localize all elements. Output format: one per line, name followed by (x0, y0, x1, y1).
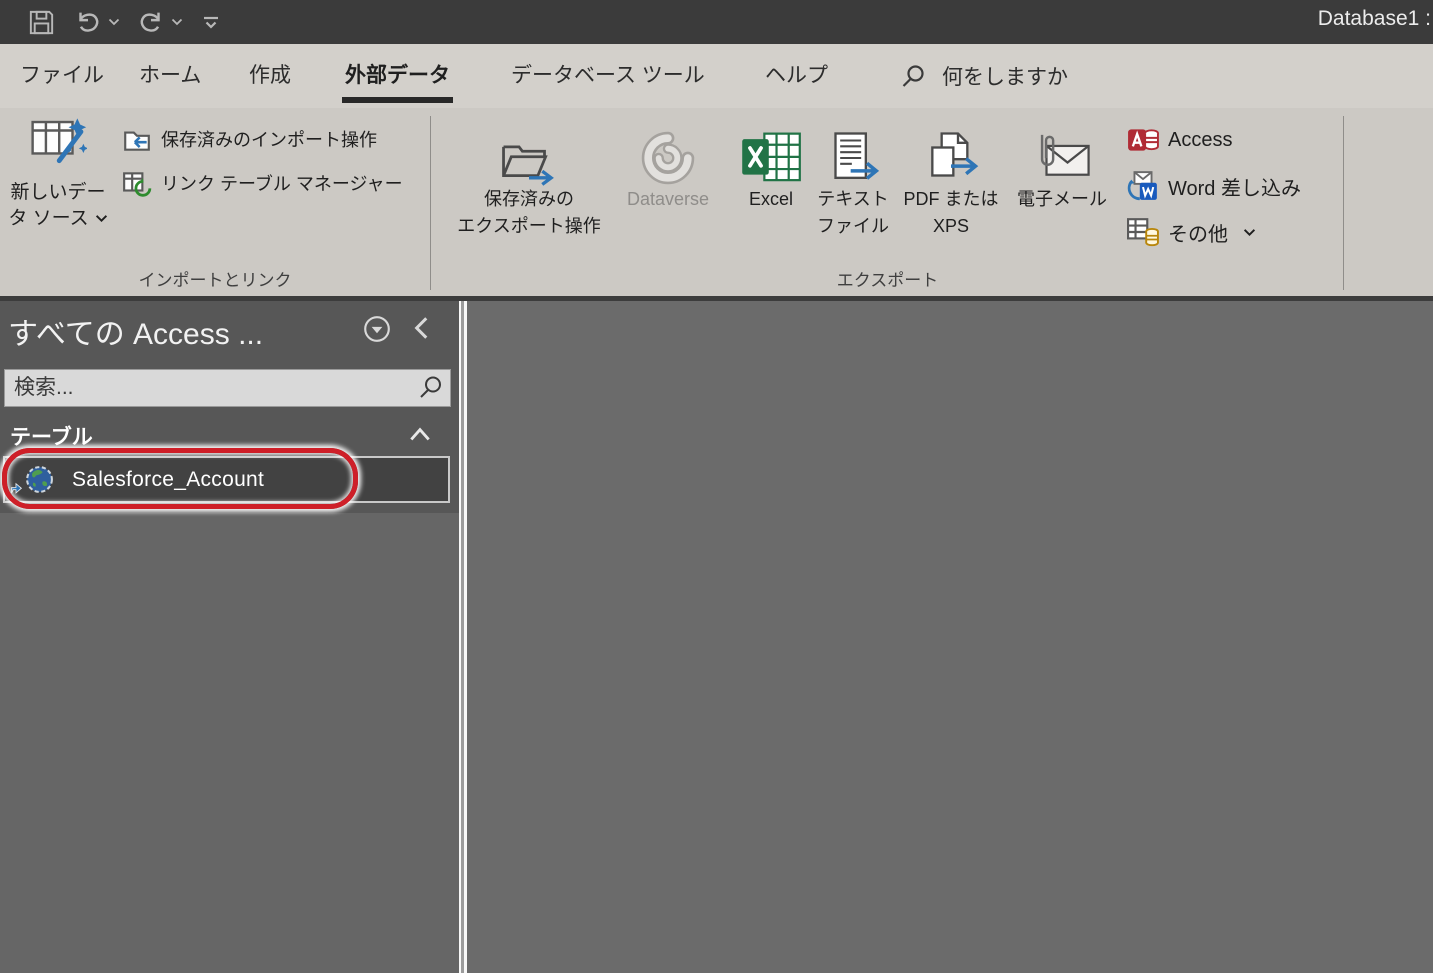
table-item-label: Salesforce_Account (72, 468, 264, 492)
pane-splitter[interactable] (459, 301, 467, 973)
tell-me-search[interactable]: 何をしますか (899, 44, 1068, 108)
email-icon (1031, 120, 1093, 186)
navigation-pane-header[interactable]: すべての Access ... (0, 301, 459, 361)
document-workspace (467, 301, 1433, 973)
qat-overflow-icon (199, 10, 223, 34)
tab-external-data[interactable]: 外部データ (345, 44, 450, 108)
export-text-file-button[interactable]: テキスト ファイル (812, 120, 894, 240)
word-merge-icon (1127, 170, 1159, 202)
tab-home[interactable]: ホーム (139, 44, 201, 108)
save-button[interactable] (26, 7, 57, 38)
undo-dropdown-icon (108, 18, 120, 26)
redo-icon (136, 7, 166, 37)
new-data-source-icon (29, 116, 87, 174)
redo-button[interactable] (136, 7, 183, 37)
group-label-export: エクスポート (432, 266, 1343, 291)
chevron-down-icon (1243, 228, 1256, 237)
linked-table-globe-icon (24, 464, 55, 495)
export-email-button[interactable]: 電子メール (1010, 120, 1114, 213)
navigation-pane-close-button[interactable] (408, 313, 436, 343)
search-icon (899, 63, 926, 90)
linked-table-manager-button[interactable]: リンク テーブル マネージャー (122, 168, 403, 198)
group-label-import-link: インポートとリンク (0, 266, 430, 291)
window-title: Database1 : (1318, 7, 1431, 31)
undo-button[interactable] (73, 7, 120, 37)
quick-access-toolbar (26, 0, 223, 44)
chevron-down-icon (95, 214, 108, 223)
navigation-search-input[interactable] (5, 376, 416, 400)
group-divider (1343, 116, 1344, 290)
saved-exports-icon (498, 120, 560, 186)
more-export-icon (1127, 216, 1159, 248)
group-divider (430, 116, 431, 290)
navigation-pane-title: すべての Access ... (8, 309, 263, 353)
link-arrow-icon (10, 481, 23, 494)
pdf-xps-icon (923, 120, 979, 186)
export-more-button[interactable]: その他 (1127, 216, 1256, 248)
tables-section-label: テーブル (10, 421, 93, 451)
search-icon[interactable] (416, 374, 450, 402)
saved-exports-button[interactable]: 保存済みの エクスポート操作 (450, 120, 608, 240)
new-data-source-button[interactable]: 新しいデー タ ソース (4, 116, 112, 262)
customize-quick-access-toolbar-button[interactable] (199, 10, 223, 34)
redo-dropdown-icon (171, 18, 183, 26)
tab-file[interactable]: ファイル (20, 44, 104, 108)
titlebar: Database1 : (0, 0, 1433, 44)
access-icon (1127, 125, 1159, 155)
tab-help[interactable]: ヘルプ (765, 44, 828, 108)
dataverse-icon (640, 120, 696, 186)
navigation-search-bar[interactable] (4, 369, 451, 407)
table-item-salesforce-account[interactable]: Salesforce_Account (3, 456, 450, 503)
export-word-merge-button[interactable]: Word 差し込み (1127, 170, 1301, 202)
tables-section-header[interactable]: テーブル (0, 415, 459, 455)
export-access-button[interactable]: Access (1127, 125, 1232, 155)
navigation-pane-menu-button[interactable] (362, 314, 392, 344)
undo-icon (73, 7, 103, 37)
chevron-up-icon (407, 425, 433, 443)
text-file-icon (825, 120, 881, 186)
save-icon (26, 7, 57, 38)
saved-imports-button[interactable]: 保存済みのインポート操作 (122, 124, 377, 154)
chevron-left-icon (408, 313, 436, 343)
ribbon-external-data: 新しいデー タ ソース 保存済みのインポート操作 リンク テーブル マネージャー… (0, 108, 1433, 296)
export-excel-button[interactable]: Excel (732, 120, 810, 213)
linked-table-manager-icon (122, 168, 152, 198)
ribbon-tab-bar: ファイル ホーム 作成 外部データ データベース ツール ヘルプ 何をしますか (0, 44, 1433, 108)
navigation-pane-empty-area (0, 513, 459, 973)
selected-tab-underline (342, 97, 453, 103)
navigation-pane: すべての Access ... テーブル (0, 301, 459, 973)
saved-imports-icon (122, 124, 152, 154)
export-pdf-xps-button[interactable]: PDF または XPS (896, 120, 1006, 240)
new-data-source-label: 新しいデー (10, 182, 105, 203)
circled-chevron-down-icon (362, 314, 392, 344)
tab-create[interactable]: 作成 (249, 44, 291, 108)
dataverse-button: Dataverse (612, 120, 724, 213)
excel-icon (740, 120, 802, 186)
tab-database-tools[interactable]: データベース ツール (511, 44, 705, 108)
